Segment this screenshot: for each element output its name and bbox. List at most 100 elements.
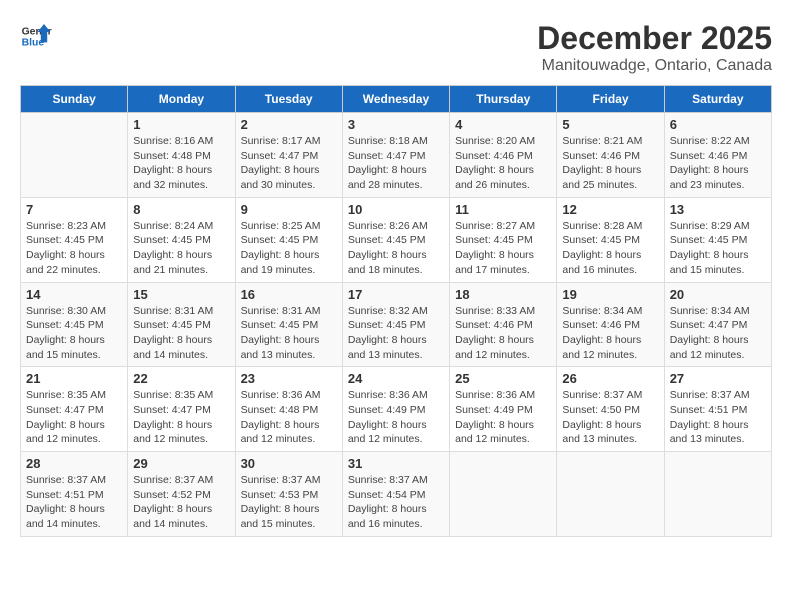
day-info: Sunrise: 8:30 AMSunset: 4:45 PMDaylight:… (26, 304, 122, 363)
day-number: 19 (562, 287, 658, 302)
calendar-cell: 14 Sunrise: 8:30 AMSunset: 4:45 PMDayligh… (21, 282, 128, 367)
calendar-cell: 9 Sunrise: 8:25 AMSunset: 4:45 PMDaylight… (235, 197, 342, 282)
calendar-cell: 12 Sunrise: 8:28 AMSunset: 4:45 PMDayligh… (557, 197, 664, 282)
week-row-1: 1Sunrise: 8:16 AMSunset: 4:48 PMDaylight… (21, 113, 772, 198)
day-number: 7 (26, 202, 122, 217)
header-cell-wednesday: Wednesday (342, 86, 449, 113)
day-number: 2 (241, 117, 337, 132)
day-number: 31 (348, 456, 444, 471)
day-info: Sunrise: 8:25 AMSunset: 4:45 PMDaylight:… (241, 219, 337, 278)
day-info: Sunrise: 8:22 AMSunset: 4:46 PMDaylight:… (670, 134, 766, 193)
day-number: 30 (241, 456, 337, 471)
week-row-2: 7 Sunrise: 8:23 AMSunset: 4:45 PMDaylight… (21, 197, 772, 282)
header-cell-friday: Friday (557, 86, 664, 113)
day-info: Sunrise: 8:18 AMSunset: 4:47 PMDaylight:… (348, 134, 444, 193)
calendar-cell: 15 Sunrise: 8:31 AMSunset: 4:45 PMDayligh… (128, 282, 235, 367)
day-number: 16 (241, 287, 337, 302)
day-number: 23 (241, 371, 337, 386)
day-number: 13 (670, 202, 766, 217)
calendar-cell: 30 Sunrise: 8:37 AMSunset: 4:53 PMDayligh… (235, 452, 342, 537)
day-info: Sunrise: 8:37 AMSunset: 4:50 PMDaylight:… (562, 388, 658, 447)
day-info: Sunrise: 8:31 AMSunset: 4:45 PMDaylight:… (241, 304, 337, 363)
day-number: 15 (133, 287, 229, 302)
calendar-cell: 19 Sunrise: 8:34 AMSunset: 4:46 PMDayligh… (557, 282, 664, 367)
day-number: 25 (455, 371, 551, 386)
day-info: Sunrise: 8:32 AMSunset: 4:45 PMDaylight:… (348, 304, 444, 363)
day-number: 1 (133, 117, 229, 132)
calendar-cell (664, 452, 771, 537)
day-number: 12 (562, 202, 658, 217)
day-number: 11 (455, 202, 551, 217)
calendar-cell (557, 452, 664, 537)
calendar-cell: 20 Sunrise: 8:34 AMSunset: 4:47 PMDayligh… (664, 282, 771, 367)
page-subtitle: Manitouwadge, Ontario, Canada (537, 57, 772, 75)
day-number: 18 (455, 287, 551, 302)
calendar-cell: 17 Sunrise: 8:32 AMSunset: 4:45 PMDayligh… (342, 282, 449, 367)
calendar-cell: 29Sunrise: 8:37 AMSunset: 4:52 PMDayligh… (128, 452, 235, 537)
day-number: 4 (455, 117, 551, 132)
calendar-cell: 18 Sunrise: 8:33 AMSunset: 4:46 PMDayligh… (450, 282, 557, 367)
day-info: Sunrise: 8:28 AMSunset: 4:45 PMDaylight:… (562, 219, 658, 278)
day-info: Sunrise: 8:33 AMSunset: 4:46 PMDaylight:… (455, 304, 551, 363)
day-number: 17 (348, 287, 444, 302)
logo: General Blue (20, 20, 52, 52)
calendar-cell: 1Sunrise: 8:16 AMSunset: 4:48 PMDaylight… (128, 113, 235, 198)
day-info: Sunrise: 8:17 AMSunset: 4:47 PMDaylight:… (241, 134, 337, 193)
calendar-cell: 13 Sunrise: 8:29 AMSunset: 4:45 PMDayligh… (664, 197, 771, 282)
calendar-cell: 8Sunrise: 8:24 AMSunset: 4:45 PMDaylight… (128, 197, 235, 282)
day-number: 20 (670, 287, 766, 302)
day-number: 9 (241, 202, 337, 217)
week-row-3: 14 Sunrise: 8:30 AMSunset: 4:45 PMDayligh… (21, 282, 772, 367)
day-number: 28 (26, 456, 122, 471)
day-info: Sunrise: 8:27 AMSunset: 4:45 PMDaylight:… (455, 219, 551, 278)
day-number: 29 (133, 456, 229, 471)
calendar-cell: 22Sunrise: 8:35 AMSunset: 4:47 PMDayligh… (128, 367, 235, 452)
calendar-cell: 23 Sunrise: 8:36 AMSunset: 4:48 PMDayligh… (235, 367, 342, 452)
day-info: Sunrise: 8:34 AMSunset: 4:47 PMDaylight:… (670, 304, 766, 363)
day-info: Sunrise: 8:31 AMSunset: 4:45 PMDaylight:… (133, 304, 229, 363)
day-number: 14 (26, 287, 122, 302)
title-area: December 2025 Manitouwadge, Ontario, Can… (537, 20, 772, 75)
calendar-body: 1Sunrise: 8:16 AMSunset: 4:48 PMDaylight… (21, 113, 772, 537)
calendar-table: SundayMondayTuesdayWednesdayThursdayFrid… (20, 85, 772, 537)
header-cell-monday: Monday (128, 86, 235, 113)
header-cell-sunday: Sunday (21, 86, 128, 113)
day-number: 6 (670, 117, 766, 132)
day-info: Sunrise: 8:35 AMSunset: 4:47 PMDaylight:… (133, 388, 229, 447)
day-info: Sunrise: 8:37 AMSunset: 4:53 PMDaylight:… (241, 473, 337, 532)
day-info: Sunrise: 8:21 AMSunset: 4:46 PMDaylight:… (562, 134, 658, 193)
day-number: 10 (348, 202, 444, 217)
calendar-cell: 27 Sunrise: 8:37 AMSunset: 4:51 PMDayligh… (664, 367, 771, 452)
calendar-cell: 16 Sunrise: 8:31 AMSunset: 4:45 PMDayligh… (235, 282, 342, 367)
day-number: 26 (562, 371, 658, 386)
calendar-cell: 5 Sunrise: 8:21 AMSunset: 4:46 PMDaylight… (557, 113, 664, 198)
day-info: Sunrise: 8:35 AMSunset: 4:47 PMDaylight:… (26, 388, 122, 447)
day-number: 8 (133, 202, 229, 217)
week-row-5: 28Sunrise: 8:37 AMSunset: 4:51 PMDayligh… (21, 452, 772, 537)
header-cell-saturday: Saturday (664, 86, 771, 113)
day-number: 21 (26, 371, 122, 386)
calendar-cell: 4Sunrise: 8:20 AMSunset: 4:46 PMDaylight… (450, 113, 557, 198)
header-row: SundayMondayTuesdayWednesdayThursdayFrid… (21, 86, 772, 113)
header-cell-thursday: Thursday (450, 86, 557, 113)
day-info: Sunrise: 8:36 AMSunset: 4:48 PMDaylight:… (241, 388, 337, 447)
day-info: Sunrise: 8:23 AMSunset: 4:45 PMDaylight:… (26, 219, 122, 278)
day-info: Sunrise: 8:37 AMSunset: 4:51 PMDaylight:… (670, 388, 766, 447)
calendar-cell: 7 Sunrise: 8:23 AMSunset: 4:45 PMDaylight… (21, 197, 128, 282)
day-info: Sunrise: 8:29 AMSunset: 4:45 PMDaylight:… (670, 219, 766, 278)
calendar-cell: 26 Sunrise: 8:37 AMSunset: 4:50 PMDayligh… (557, 367, 664, 452)
day-info: Sunrise: 8:26 AMSunset: 4:45 PMDaylight:… (348, 219, 444, 278)
calendar-cell: 31Sunrise: 8:37 AMSunset: 4:54 PMDayligh… (342, 452, 449, 537)
calendar-cell (450, 452, 557, 537)
week-row-4: 21 Sunrise: 8:35 AMSunset: 4:47 PMDayligh… (21, 367, 772, 452)
day-number: 5 (562, 117, 658, 132)
calendar-cell: 21 Sunrise: 8:35 AMSunset: 4:47 PMDayligh… (21, 367, 128, 452)
calendar-cell: 28Sunrise: 8:37 AMSunset: 4:51 PMDayligh… (21, 452, 128, 537)
calendar-cell (21, 113, 128, 198)
calendar-cell: 10 Sunrise: 8:26 AMSunset: 4:45 PMDayligh… (342, 197, 449, 282)
day-info: Sunrise: 8:34 AMSunset: 4:46 PMDaylight:… (562, 304, 658, 363)
day-number: 3 (348, 117, 444, 132)
day-number: 24 (348, 371, 444, 386)
calendar-cell: 25Sunrise: 8:36 AMSunset: 4:49 PMDayligh… (450, 367, 557, 452)
day-number: 27 (670, 371, 766, 386)
